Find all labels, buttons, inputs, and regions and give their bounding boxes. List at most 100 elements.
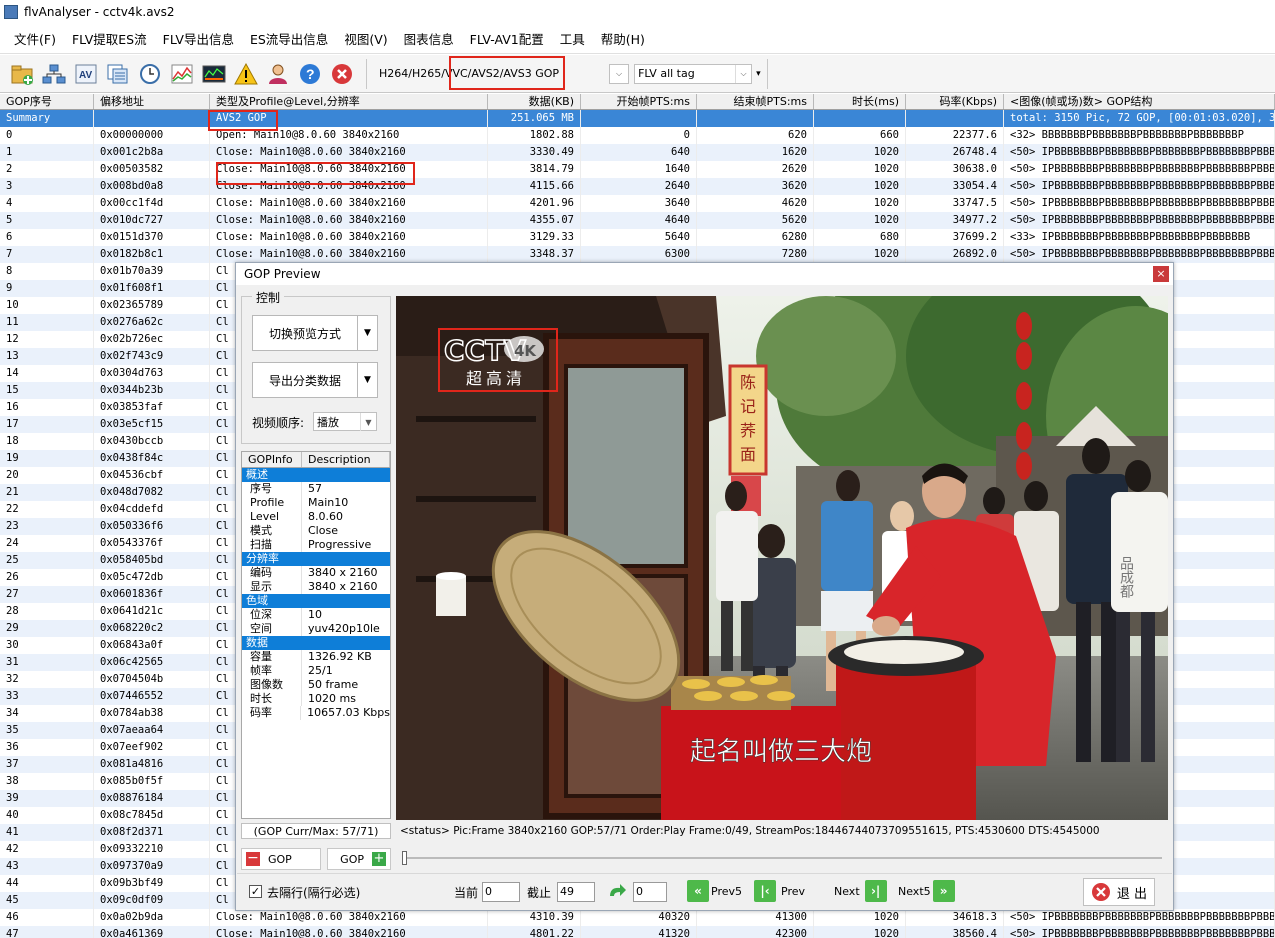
info-category[interactable]: 数据 bbox=[242, 636, 390, 650]
user-icon[interactable] bbox=[264, 60, 292, 88]
table-row[interactable]: 47 0x0a461369 Close: Main10@8.0.60 3840x21… bbox=[0, 926, 1275, 938]
table-row[interactable]: 7 0x0182b8c1 Close: Main10@8.0.60 3840x216… bbox=[0, 246, 1275, 263]
svg-text:AV: AV bbox=[79, 70, 92, 81]
slider-thumb[interactable] bbox=[402, 851, 407, 865]
summary-row[interactable]: Summary AVS2 GOP 251.065 MB total: 3150 … bbox=[0, 110, 1275, 127]
open-folder-icon[interactable] bbox=[8, 60, 36, 88]
exit-button[interactable]: 退 出 bbox=[1083, 878, 1155, 906]
switch-preview-button[interactable]: 切换预览方式 ▼ bbox=[252, 315, 378, 351]
table-row[interactable]: 3 0x008bd0a8 Close: Main10@8.0.60 3840x216… bbox=[0, 178, 1275, 195]
info-row[interactable]: 时长 1020 ms bbox=[242, 692, 390, 706]
video-order-select[interactable]: 播放 ▼ bbox=[313, 412, 377, 431]
export-data-button[interactable]: 导出分类数据 ▼ bbox=[252, 362, 378, 398]
header-bitrate[interactable]: 码率(Kbps) bbox=[906, 94, 1004, 109]
cell: 6280 bbox=[697, 229, 814, 246]
menu-flv-export[interactable]: FLV导出信息 bbox=[155, 29, 242, 48]
info-row[interactable]: 码率 10657.03 Kbps bbox=[242, 706, 390, 720]
table-row[interactable]: 4 0x00cc1f4d Close: Main10@8.0.60 3840x216… bbox=[0, 195, 1275, 212]
info-key: Profile bbox=[242, 496, 302, 510]
cell: 30638.0 bbox=[906, 161, 1004, 178]
menu-view[interactable]: 视图(V) bbox=[336, 29, 395, 48]
menu-chart-info[interactable]: 图表信息 bbox=[396, 29, 462, 48]
info-row[interactable]: 图像数 50 frame bbox=[242, 678, 390, 692]
cell bbox=[814, 110, 906, 127]
close-icon[interactable]: × bbox=[1153, 266, 1169, 282]
info-row[interactable]: 位深 10 bbox=[242, 608, 390, 622]
table-row[interactable]: 1 0x001c2b8a Close: Main10@8.0.60 3840x216… bbox=[0, 144, 1275, 161]
gop-next-button[interactable]: GOP + bbox=[327, 848, 391, 870]
gop-prev-button[interactable]: − GOP bbox=[241, 848, 321, 870]
format-dropdown[interactable]: ⌵ bbox=[609, 63, 630, 84]
frame-slider[interactable] bbox=[396, 851, 1168, 865]
table-row[interactable]: 5 0x010dc727 Close: Main10@8.0.60 3840x216… bbox=[0, 212, 1275, 229]
deinterlace-checkbox[interactable]: ✓ bbox=[249, 885, 262, 898]
next5-button[interactable]: Next5 » bbox=[898, 878, 955, 904]
copy-icon[interactable] bbox=[104, 60, 132, 88]
cell: <50> IPBBBBBBBPBBBBBBBPBBBBBBBPBBBBBBBPB… bbox=[1004, 161, 1275, 178]
cell: 680 bbox=[814, 229, 906, 246]
info-row[interactable]: 编码 3840 x 2160 bbox=[242, 566, 390, 580]
header-type-profile[interactable]: 类型及Profile@Level,分辨率 bbox=[210, 94, 488, 109]
table-row[interactable]: 0 0x00000000 Open: Main10@8.0.60 3840x2160… bbox=[0, 127, 1275, 144]
jump-arrow-icon[interactable] bbox=[605, 881, 629, 905]
help-icon[interactable]: ? bbox=[296, 60, 324, 88]
cell: 1020 bbox=[814, 246, 906, 263]
header-data-kb[interactable]: 数据(KB) bbox=[488, 94, 581, 109]
menu-tools[interactable]: 工具 bbox=[552, 29, 593, 48]
header-offset[interactable]: 偏移地址 bbox=[94, 94, 210, 109]
cut-frame-input[interactable]: 49 bbox=[557, 882, 595, 902]
menu-flv-av1-config[interactable]: FLV-AV1配置 bbox=[462, 29, 552, 48]
cell: 0x008bd0a8 bbox=[94, 178, 210, 195]
chart-icon[interactable] bbox=[168, 60, 196, 88]
info-row[interactable]: 序号 57 bbox=[242, 482, 390, 496]
info-value: 10657.03 Kbps bbox=[307, 706, 390, 719]
cell: 0x068220c2 bbox=[94, 620, 210, 637]
info-key: Level bbox=[242, 510, 302, 524]
header-gop-structure[interactable]: <图像(帧或场)数> GOP结构 bbox=[1004, 94, 1275, 109]
clock-icon[interactable] bbox=[136, 60, 164, 88]
cell: 34977.2 bbox=[906, 212, 1004, 229]
chevron-down-icon[interactable]: ▼ bbox=[357, 316, 377, 350]
header-duration[interactable]: 时长(ms) bbox=[814, 94, 906, 109]
menu-flv-extract-es[interactable]: FLV提取ES流 bbox=[64, 29, 155, 48]
stop-icon[interactable] bbox=[328, 60, 356, 88]
info-row[interactable]: Level 8.0.60 bbox=[242, 510, 390, 524]
info-row[interactable]: Profile Main10 bbox=[242, 496, 390, 510]
toolbar-overflow-icon[interactable]: ▾ bbox=[756, 69, 761, 79]
warning-icon[interactable] bbox=[232, 60, 260, 88]
table-row[interactable]: 46 0x0a02b9da Close: Main10@8.0.60 3840x21… bbox=[0, 909, 1275, 926]
header-gop-index[interactable]: GOP序号 bbox=[0, 94, 94, 109]
jump-frame-input[interactable]: 0 bbox=[633, 882, 667, 902]
info-row[interactable]: 扫描 Progressive bbox=[242, 538, 390, 552]
info-row[interactable]: 显示 3840 x 2160 bbox=[242, 580, 390, 594]
info-category[interactable]: 概述 bbox=[242, 468, 390, 482]
info-row[interactable]: 空间 yuv420p10le bbox=[242, 622, 390, 636]
menu-file[interactable]: 文件(F) bbox=[6, 29, 64, 48]
av-icon[interactable]: AV bbox=[72, 60, 100, 88]
info-category[interactable]: 色域 bbox=[242, 594, 390, 608]
prev5-button[interactable]: « Prev5 bbox=[687, 878, 742, 904]
menu-help[interactable]: 帮助(H) bbox=[593, 29, 653, 48]
header-end-pts[interactable]: 结束帧PTS:ms bbox=[697, 94, 814, 109]
gop-info-table: GOPInfo Description 概述 序号 57 Profile Main10 L… bbox=[241, 451, 391, 819]
header-start-pts[interactable]: 开始帧PTS:ms bbox=[581, 94, 697, 109]
current-frame-input[interactable]: 0 bbox=[482, 882, 520, 902]
next-button[interactable]: Next ›| bbox=[834, 878, 887, 904]
table-row[interactable]: 6 0x0151d370 Close: Main10@8.0.60 3840x216… bbox=[0, 229, 1275, 246]
tag-combo[interactable]: FLV all tag ⌵ bbox=[634, 63, 753, 84]
info-category[interactable]: 分辨率 bbox=[242, 552, 390, 566]
cell bbox=[906, 110, 1004, 127]
prev-button[interactable]: |‹ Prev bbox=[754, 878, 805, 904]
info-value: 8.0.60 bbox=[308, 510, 343, 523]
chevron-down-icon[interactable]: ▼ bbox=[357, 363, 377, 397]
monitor-icon[interactable] bbox=[200, 60, 228, 88]
menu-es-export[interactable]: ES流导出信息 bbox=[242, 29, 336, 48]
video-preview[interactable]: 陈 记 荞 面 CCTV 4K 超高清 品成都 起名叫做三大炮 bbox=[396, 296, 1168, 820]
info-row[interactable]: 容量 1326.92 KB bbox=[242, 650, 390, 664]
cell: 1020 bbox=[814, 161, 906, 178]
table-row[interactable]: 2 0x00503582 Close: Main10@8.0.60 3840x216… bbox=[0, 161, 1275, 178]
info-row[interactable]: 帧率 25/1 bbox=[242, 664, 390, 678]
cell: 0x048d7082 bbox=[94, 484, 210, 501]
network-icon[interactable] bbox=[40, 60, 68, 88]
info-row[interactable]: 模式 Close bbox=[242, 524, 390, 538]
